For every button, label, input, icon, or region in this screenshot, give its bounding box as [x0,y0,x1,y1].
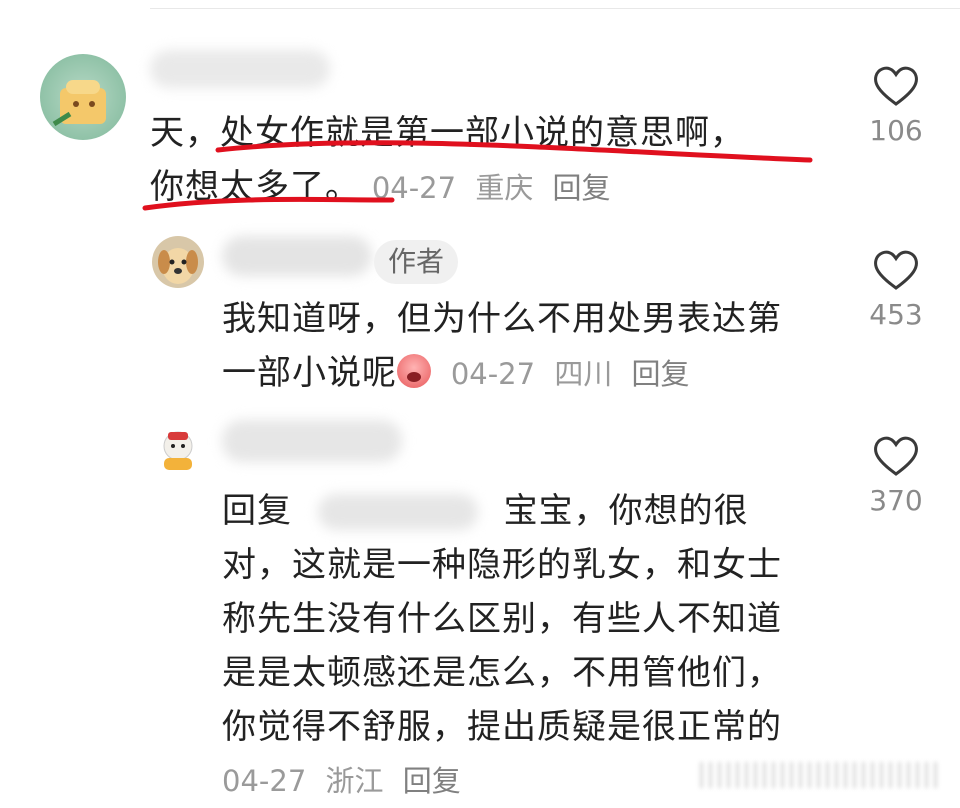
comment-line: 宝宝，你想的很 [503,491,749,531]
blurred-username[interactable] [222,236,372,276]
blurred-mention[interactable] [317,494,478,530]
heart-icon [874,436,918,476]
comment-line: 你觉得不舒服，提出质疑是很正常的 [222,707,782,747]
comment-date: 04-27 [222,764,307,798]
comment-text: 回复 宝宝，你想的很 对，这就是一种隐形的乳女，和女士 称先生没有什么区别，有些… [222,484,842,808]
reply-prefix: 回复 [222,491,292,531]
comment-line: 称先生没有什么区别，有些人不知道 [222,599,782,639]
comment-line: 一部小说呢 [222,353,397,393]
comment-meta: 04-27 四川 回复 [451,357,700,391]
blurred-username[interactable] [222,420,402,462]
comment-line: 对，这就是一种隐形的乳女，和女士 [222,545,782,585]
comment-text: 我知道呀，但为什么不用处男表达第 一部小说呢 04-27 四川 回复 [222,292,842,401]
comment-location: 浙江 [325,764,384,798]
author-badge: 作者 [374,240,459,284]
like-button[interactable]: 453 [856,248,936,331]
like-button[interactable]: 106 [856,64,936,147]
comment-line-with-meta: 一部小说呢 04-27 四川 回复 [222,346,842,401]
comment-location: 四川 [554,357,613,391]
cartoon-sheep-avatar-icon[interactable] [152,424,204,476]
reply-button[interactable]: 回复 [403,764,461,798]
like-count: 370 [869,484,923,517]
reply-button[interactable]: 回复 [632,357,690,391]
comment-date: 04-27 [450,357,536,391]
comment-line: 我知道呀，但为什么不用处男表达第 [222,299,782,339]
like-count: 453 [869,298,923,331]
blurred-watermark [700,762,940,788]
heart-icon [874,66,918,106]
puppy-avatar-icon[interactable] [152,236,204,288]
like-button[interactable]: 370 [856,434,936,517]
crying-face-emoji-icon [397,354,431,388]
comment-line-with-mention: 回复 宝宝，你想的很 [222,484,842,538]
red-underline-annotation [142,140,813,211]
comment-line: 是是太顿感还是怎么，不用管他们， [222,653,782,693]
heart-icon [874,250,918,290]
like-count: 106 [869,114,923,147]
